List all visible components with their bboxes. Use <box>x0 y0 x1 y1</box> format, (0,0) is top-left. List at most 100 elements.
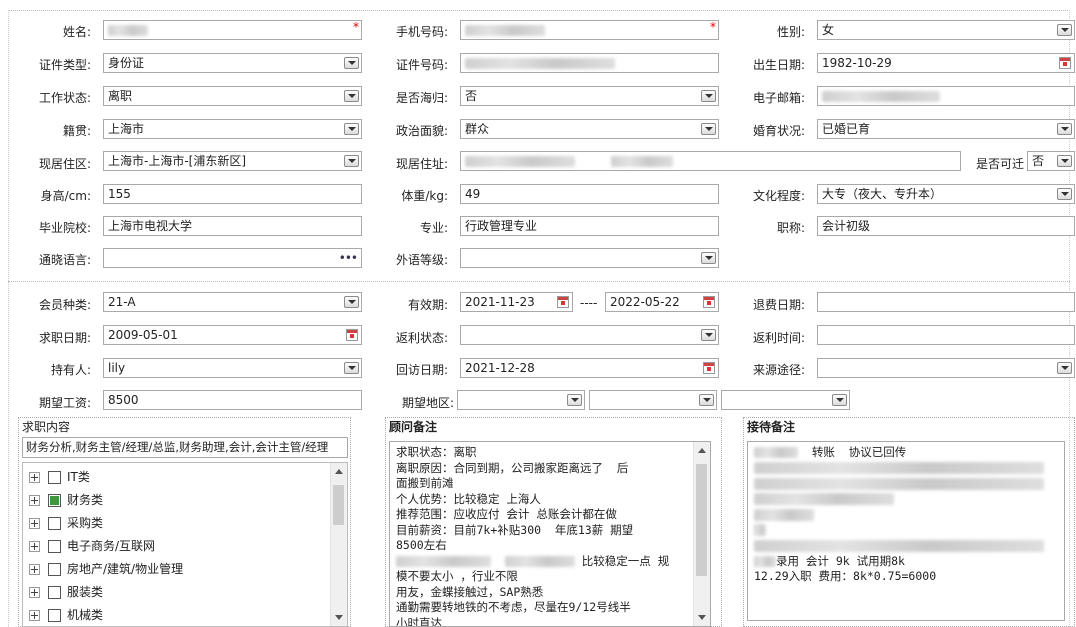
tree-item-finance[interactable]: 财务类 <box>29 490 103 510</box>
holder-select[interactable]: lily <box>103 358 362 378</box>
birth-date-field[interactable]: 1982-10-29 <box>817 53 1075 73</box>
relocate-select[interactable]: 否 <box>1027 151 1075 171</box>
chevron-down-icon[interactable] <box>1057 362 1072 374</box>
weight-label: 体重/kg: <box>401 189 448 203</box>
advisor-notes-textarea[interactable]: 求职状态：离职 离职原因：合同到期，公司搬家距离远了 后 面搬到前滩 个人优势：… <box>389 441 711 627</box>
tree-item-realestate[interactable]: 房地产/建筑/物业管理 <box>29 559 183 579</box>
tree-item-machinery[interactable]: 机械类 <box>29 605 103 625</box>
chevron-down-icon[interactable] <box>832 394 847 406</box>
notes-scrollbar[interactable] <box>693 442 710 626</box>
langlevel-select[interactable] <box>460 248 719 268</box>
scroll-thumb[interactable] <box>696 464 707 576</box>
idnum-field[interactable] <box>460 53 719 73</box>
source-select[interactable] <box>817 358 1075 378</box>
plus-icon[interactable] <box>29 587 40 598</box>
name-field[interactable]: * <box>103 20 362 40</box>
checkbox-icon[interactable] <box>48 609 61 622</box>
chevron-down-icon[interactable] <box>344 123 359 135</box>
idtype-label: 证件类型: <box>38 58 91 72</box>
scroll-down-icon[interactable] <box>698 615 706 620</box>
rebate-status-select[interactable] <box>460 325 719 345</box>
checkbox-icon[interactable] <box>48 586 61 599</box>
rebate-time-field[interactable] <box>817 325 1075 345</box>
member-select[interactable]: 21-A <box>103 292 362 312</box>
chevron-down-icon[interactable] <box>699 394 714 406</box>
plus-icon[interactable] <box>29 518 40 529</box>
calendar-icon[interactable] <box>557 296 569 308</box>
scroll-up-icon[interactable] <box>335 469 343 474</box>
job-content-selected-field[interactable]: 财务分析,财务主管/经理/总监,财务助理,会计,会计主管/经理 <box>22 437 348 458</box>
checkbox-icon[interactable] <box>48 517 61 530</box>
validity-to-field[interactable]: 2022-05-22 <box>605 292 719 312</box>
overseas-select[interactable]: 否 <box>460 86 719 106</box>
school-field[interactable]: 上海市电视大学 <box>103 216 362 236</box>
marital-select[interactable]: 已婚已育 <box>817 119 1075 139</box>
checkbox-icon[interactable] <box>48 540 61 553</box>
plus-icon[interactable] <box>29 564 40 575</box>
title-field[interactable]: 会计初级 <box>817 216 1075 236</box>
weight-field[interactable]: 49 <box>460 184 719 204</box>
scroll-down-icon[interactable] <box>335 615 343 620</box>
redacted-value <box>611 156 673 167</box>
chevron-down-icon[interactable] <box>344 57 359 69</box>
jobdate-field[interactable]: 2009-05-01 <box>103 325 362 345</box>
calendar-icon[interactable] <box>1059 57 1071 69</box>
email-field[interactable] <box>817 86 1075 106</box>
tree-item-ecommerce[interactable]: 电子商务/互联网 <box>29 536 155 556</box>
visit-date-field[interactable]: 2021-12-28 <box>460 358 719 378</box>
language-field[interactable]: ••• <box>103 248 362 268</box>
validity-from-field[interactable]: 2021-11-23 <box>460 292 573 312</box>
region-city-select[interactable] <box>589 390 717 410</box>
chevron-down-icon[interactable] <box>344 296 359 308</box>
more-options-button[interactable]: ••• <box>339 249 358 267</box>
tree-item-it[interactable]: IT类 <box>29 467 90 487</box>
native-select[interactable]: 上海市 <box>103 119 362 139</box>
calendar-icon[interactable] <box>703 362 715 374</box>
plus-icon[interactable] <box>29 472 40 483</box>
gender-value: 女 <box>822 23 835 37</box>
region-province-select[interactable] <box>457 390 585 410</box>
reception-notes-textarea[interactable]: 转账 协议已回传 录用 会计 9k 试用期8k 12.29入职 费用：8k*0.… <box>747 441 1065 621</box>
chevron-down-icon[interactable] <box>701 123 716 135</box>
tree-scrollbar[interactable] <box>330 463 347 626</box>
chevron-down-icon[interactable] <box>701 329 716 341</box>
plus-icon[interactable] <box>29 541 40 552</box>
checkbox-icon[interactable] <box>48 563 61 576</box>
address-field[interactable] <box>460 151 961 171</box>
calendar-icon[interactable] <box>346 329 358 341</box>
checkbox-icon[interactable] <box>48 494 61 507</box>
calendar-icon[interactable] <box>703 296 715 308</box>
birth-value: 1982-10-29 <box>822 56 892 70</box>
chevron-down-icon[interactable] <box>701 90 716 102</box>
redacted-value <box>754 539 1044 552</box>
plus-icon[interactable] <box>29 610 40 621</box>
political-select[interactable]: 群众 <box>460 119 719 139</box>
chevron-down-icon[interactable] <box>1057 188 1072 200</box>
chevron-down-icon[interactable] <box>701 252 716 264</box>
checkbox-icon[interactable] <box>48 471 61 484</box>
salary-field[interactable]: 8500 <box>103 390 362 410</box>
height-field[interactable]: 155 <box>103 184 362 204</box>
scroll-thumb[interactable] <box>333 485 344 525</box>
idtype-select[interactable]: 身份证 <box>103 53 362 73</box>
tree-item-apparel[interactable]: 服装类 <box>29 582 103 602</box>
tree-item-purchasing[interactable]: 采购类 <box>29 513 103 533</box>
job-category-tree[interactable]: IT类 财务类 采购类 电子商务/互联网 房地产/建筑/物业管理 服装类 机械类 <box>22 462 348 627</box>
region-district-select[interactable] <box>721 390 850 410</box>
refund-date-field[interactable] <box>817 292 1075 312</box>
residence-select[interactable]: 上海市-上海市-[浦东新区] <box>103 151 362 171</box>
chevron-down-icon[interactable] <box>1057 24 1072 36</box>
plus-icon[interactable] <box>29 495 40 506</box>
education-select[interactable]: 大专（夜大、专升本） <box>817 184 1075 204</box>
workstatus-select[interactable]: 离职 <box>103 86 362 106</box>
gender-select[interactable]: 女 <box>817 20 1075 40</box>
chevron-down-icon[interactable] <box>344 155 359 167</box>
chevron-down-icon[interactable] <box>1057 155 1072 167</box>
scroll-up-icon[interactable] <box>698 448 706 453</box>
chevron-down-icon[interactable] <box>344 362 359 374</box>
chevron-down-icon[interactable] <box>1057 123 1072 135</box>
phone-field[interactable]: * <box>460 20 719 40</box>
major-field[interactable]: 行政管理专业 <box>460 216 719 236</box>
chevron-down-icon[interactable] <box>344 90 359 102</box>
chevron-down-icon[interactable] <box>567 394 582 406</box>
